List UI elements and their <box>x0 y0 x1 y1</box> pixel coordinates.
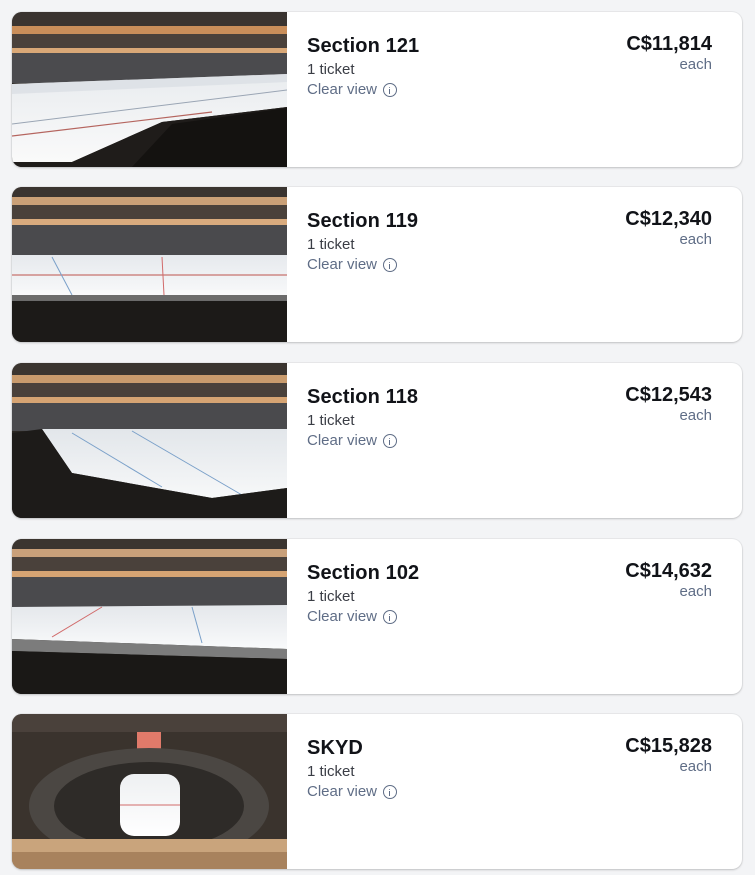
info-icon[interactable] <box>383 610 398 624</box>
listing-card[interactable]: Section 121 1 ticket Clear view C$11,814… <box>12 12 742 167</box>
listing-card[interactable]: Section 119 1 ticket Clear view C$12,340… <box>12 187 742 342</box>
view-quality[interactable]: Clear view <box>307 255 712 275</box>
view-quality-label: Clear view <box>307 432 378 449</box>
listing-card[interactable]: Section 102 1 ticket Clear view C$14,632… <box>12 539 742 694</box>
price-unit: each <box>679 56 712 73</box>
price-unit: each <box>679 758 712 775</box>
price-amount: C$12,543 <box>625 384 712 406</box>
price-amount: C$14,632 <box>625 560 712 582</box>
price-amount: C$15,828 <box>625 735 712 757</box>
price-block: C$12,543 each <box>625 383 712 425</box>
listing-info: Section 102 1 ticket Clear view C$14,632… <box>287 539 742 694</box>
view-quality[interactable]: Clear view <box>307 782 712 802</box>
price-block: C$15,828 each <box>625 734 712 776</box>
price-unit: each <box>679 407 712 424</box>
view-quality-label: Clear view <box>307 608 378 625</box>
price-unit: each <box>679 231 712 248</box>
view-quality[interactable]: Clear view <box>307 607 712 627</box>
seat-view-image <box>12 187 287 342</box>
listing-info: Section 119 1 ticket Clear view C$12,340… <box>287 187 742 342</box>
listing-info: Section 118 1 ticket Clear view C$12,543… <box>287 363 742 518</box>
price-amount: C$12,340 <box>625 208 712 230</box>
view-quality-label: Clear view <box>307 81 378 98</box>
listing-info: SKYD 1 ticket Clear view C$15,828 each <box>287 714 742 869</box>
info-icon[interactable] <box>383 258 398 272</box>
seat-view-image <box>12 363 287 518</box>
view-quality-label: Clear view <box>307 256 378 273</box>
price-block: C$14,632 each <box>625 559 712 601</box>
view-quality[interactable]: Clear view <box>307 431 712 451</box>
price-amount: C$11,814 <box>626 33 712 55</box>
listing-info: Section 121 1 ticket Clear view C$11,814… <box>287 12 742 167</box>
view-quality-label: Clear view <box>307 783 378 800</box>
view-quality[interactable]: Clear view <box>307 80 712 100</box>
price-block: C$12,340 each <box>625 207 712 249</box>
price-block: C$11,814 each <box>626 32 712 74</box>
price-unit: each <box>679 583 712 600</box>
seat-view-image <box>12 12 287 167</box>
info-icon[interactable] <box>383 434 398 448</box>
info-icon[interactable] <box>383 785 398 799</box>
seat-view-image <box>12 714 287 869</box>
ticket-listing-list: Section 121 1 ticket Clear view C$11,814… <box>0 0 755 875</box>
listing-card[interactable]: Section 118 1 ticket Clear view C$12,543… <box>12 363 742 518</box>
info-icon[interactable] <box>383 83 398 97</box>
listing-card[interactable]: SKYD 1 ticket Clear view C$15,828 each <box>12 714 742 869</box>
seat-view-image <box>12 539 287 694</box>
